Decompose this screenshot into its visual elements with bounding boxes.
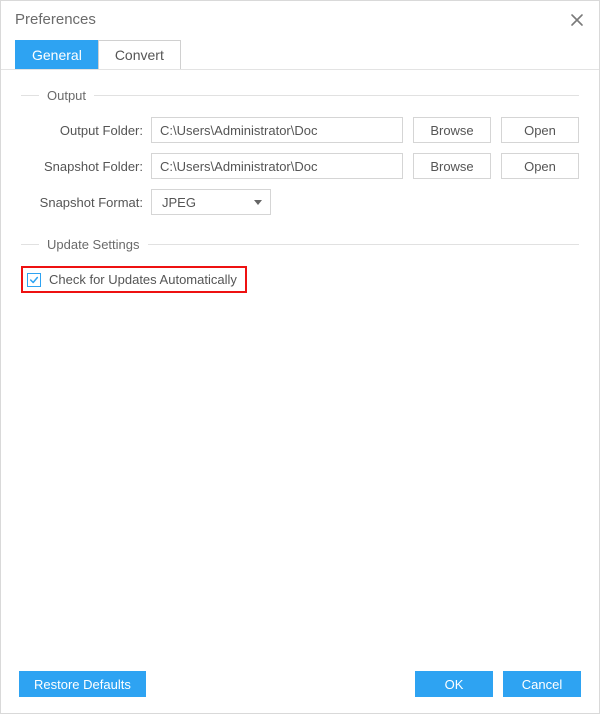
snapshot-format-value: JPEG [162,195,196,210]
output-group-title: Output [39,88,94,103]
tab-convert[interactable]: Convert [98,40,181,69]
snapshot-format-select[interactable]: JPEG [151,189,271,215]
tabs: General Convert [1,40,599,70]
output-group: Output Output Folder: Browse Open Snapsh… [21,88,579,215]
output-folder-input[interactable] [151,117,403,143]
snapshot-format-row: Snapshot Format: JPEG [21,189,579,215]
snapshot-folder-row: Snapshot Folder: Browse Open [21,153,579,179]
snapshot-folder-browse-button[interactable]: Browse [413,153,491,179]
output-folder-browse-button[interactable]: Browse [413,117,491,143]
snapshot-format-label: Snapshot Format: [21,195,151,210]
snapshot-folder-input[interactable] [151,153,403,179]
snapshot-folder-open-button[interactable]: Open [501,153,579,179]
restore-defaults-button[interactable]: Restore Defaults [19,671,146,697]
auto-update-checkbox[interactable] [27,273,41,287]
output-folder-label: Output Folder: [21,123,151,138]
close-icon[interactable] [569,12,585,28]
update-settings-group: Update Settings Check for Updates Automa… [21,237,579,293]
chevron-down-icon [254,200,262,205]
cancel-button[interactable]: Cancel [503,671,581,697]
dialog-title: Preferences [15,11,96,28]
content-area: Output Output Folder: Browse Open Snapsh… [1,70,599,659]
snapshot-folder-label: Snapshot Folder: [21,159,151,174]
auto-update-highlight: Check for Updates Automatically [21,266,247,293]
preferences-dialog: Preferences General Convert Output Outpu… [0,0,600,714]
update-settings-header: Update Settings [21,237,579,252]
ok-button[interactable]: OK [415,671,493,697]
footer: Restore Defaults OK Cancel [1,659,599,713]
auto-update-label: Check for Updates Automatically [49,272,237,287]
tab-general[interactable]: General [15,40,99,69]
update-settings-title: Update Settings [39,237,148,252]
output-folder-open-button[interactable]: Open [501,117,579,143]
output-group-header: Output [21,88,579,103]
output-folder-row: Output Folder: Browse Open [21,117,579,143]
footer-right: OK Cancel [415,671,581,697]
titlebar: Preferences [1,1,599,40]
